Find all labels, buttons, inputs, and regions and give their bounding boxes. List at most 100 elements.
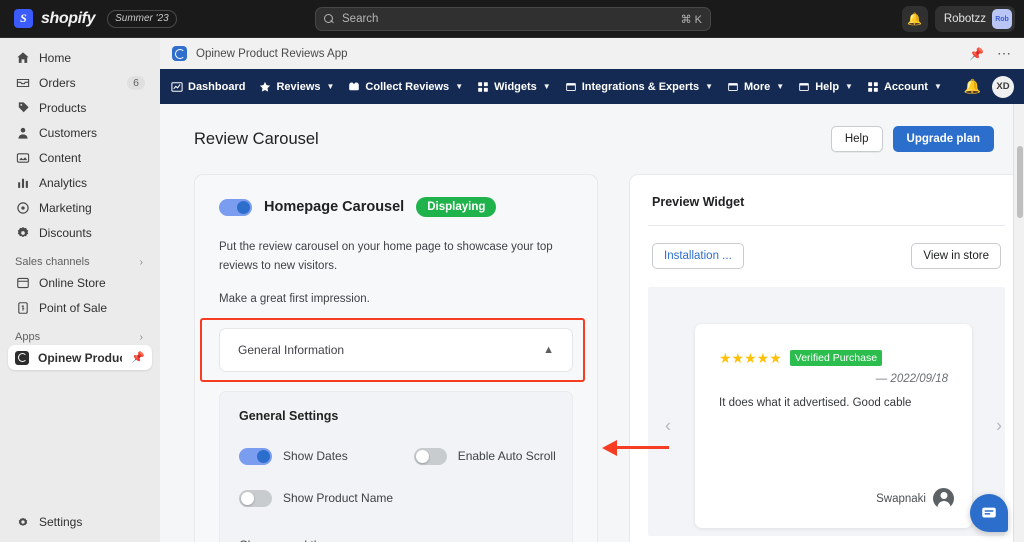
chat-button[interactable] [970, 494, 1008, 532]
release-pill: Summer '23 [107, 9, 177, 28]
appnav-integrations[interactable]: Integrations & Experts ▼ [565, 81, 713, 93]
enable-auto-scroll-toggle[interactable] [413, 447, 447, 465]
review-header: ★★★★★ Verified Purchase [719, 350, 948, 366]
window-icon [727, 81, 739, 93]
appnav-label: Widgets [494, 80, 537, 93]
carousel-enable-toggle[interactable] [219, 198, 252, 216]
sidebar-item-orders[interactable]: Orders 6 [8, 70, 152, 95]
carousel-description-1: Put the review carousel on your home pag… [219, 241, 553, 272]
home-icon [15, 50, 30, 65]
sidebar-item-customers[interactable]: Customers [8, 120, 152, 145]
preview-stage: ★★★★★ Verified Purchase — 2022/09/18 It … [648, 287, 1005, 536]
discounts-icon [15, 225, 30, 240]
appnav-label: Account [883, 80, 928, 93]
bell-icon[interactable]: 🔔 [964, 78, 981, 95]
grid-icon [477, 81, 489, 93]
choose-card-theme-label: Choose card theme [239, 538, 553, 542]
setting-show-product-name[interactable]: Show Product Name [239, 489, 393, 507]
avatar [933, 488, 954, 509]
chevron-down-icon: ▼ [455, 82, 464, 91]
point-of-sale-icon [15, 300, 30, 315]
sidebar-section-sales-channels[interactable]: Sales channels › [15, 256, 145, 268]
notifications-button[interactable]: 🔔 [901, 6, 928, 32]
toggle-knob [415, 449, 429, 463]
orders-icon [15, 75, 30, 90]
sidebar-item-label: Content [39, 150, 82, 165]
installation-button[interactable]: Installation ... [652, 243, 744, 269]
chevron-down-icon: ▼ [933, 82, 942, 91]
appnav-help[interactable]: Help ▼ [798, 81, 853, 93]
sidebar-item-marketing[interactable]: Marketing [8, 195, 152, 220]
topbar-right: 🔔 Robotzz Rob [901, 6, 1015, 32]
sidebar-item-content[interactable]: Content [8, 145, 152, 170]
chevron-down-icon: ▼ [542, 82, 551, 91]
opinew-app-icon [172, 46, 187, 61]
appnav-collect-reviews[interactable]: Collect Reviews ▼ [348, 81, 463, 93]
window-icon [798, 81, 810, 93]
sidebar-item-home[interactable]: Home [8, 45, 152, 70]
sidebar-item-label: Settings [39, 514, 83, 529]
sidebar-item-point-of-sale[interactable]: Point of Sale [8, 295, 152, 320]
avatar: Rob [992, 9, 1012, 29]
search-input[interactable]: Search ⌘ K [315, 7, 711, 31]
appnav-widgets[interactable]: Widgets ▼ [477, 81, 551, 93]
appnav-more[interactable]: More ▼ [727, 81, 784, 93]
verified-purchase-badge: Verified Purchase [789, 350, 883, 366]
envelope-icon [348, 81, 360, 93]
general-information-accordion-wrap: General Information ▲ [200, 317, 585, 382]
search-icon [324, 13, 335, 25]
sidebar-item-analytics[interactable]: Analytics [8, 170, 152, 195]
online-store-icon [15, 275, 30, 290]
pin-icon[interactable]: 📌 [969, 47, 984, 61]
shopify-bag-icon [14, 9, 33, 28]
help-button[interactable]: Help [830, 126, 883, 152]
appnav-dashboard[interactable]: Dashboard [171, 81, 245, 93]
general-settings-panel: General Settings Show Dates Enable Auto … [219, 390, 573, 542]
general-settings-title: General Settings [239, 408, 339, 423]
sidebar-item-label: Analytics [39, 175, 88, 190]
carousel-prev-button[interactable]: ‹ [665, 416, 671, 437]
shopify-topbar: shopify Summer '23 Search ⌘ K 🔔 Robotzz … [0, 0, 1024, 38]
sidebar-item-label: Home [39, 50, 72, 65]
section-label: Apps [15, 331, 41, 343]
sidebar-item-products[interactable]: Products [8, 95, 152, 120]
star-rating: ★★★★★ [719, 350, 782, 366]
ellipsis-icon[interactable]: ⋯ [997, 45, 1012, 62]
show-product-name-toggle[interactable] [239, 489, 272, 507]
search-placeholder: Search [342, 13, 379, 25]
pin-icon[interactable]: 📌 [131, 351, 145, 364]
carousel-next-button[interactable]: › [996, 416, 1002, 437]
view-in-store-button[interactable]: View in store [911, 243, 1001, 269]
gear-icon [15, 514, 30, 529]
setting-show-dates[interactable]: Show Dates [239, 447, 348, 465]
sidebar-item-settings[interactable]: Settings [8, 509, 168, 534]
appnav-label: Integrations & Experts [581, 80, 700, 93]
show-dates-toggle[interactable] [239, 447, 272, 465]
review-author: Swapnaki [876, 488, 954, 509]
shopify-logo[interactable]: shopify Summer '23 [14, 9, 177, 28]
general-information-accordion[interactable]: General Information ▲ [219, 327, 573, 372]
avatar[interactable]: XD [992, 75, 1014, 98]
status-badge: Displaying [416, 197, 497, 217]
page-header: Review Carousel Help Upgrade plan [160, 104, 1024, 152]
settings-row-1: Show Dates Enable Auto Scroll [239, 447, 556, 465]
section-label: Sales channels [15, 256, 90, 268]
sidebar-item-opinew-app[interactable]: Opinew Product Revie... 📌 [8, 345, 152, 370]
sidebar-section-apps[interactable]: Apps › [15, 331, 145, 343]
orders-count-badge: 6 [127, 75, 145, 90]
appnav-reviews[interactable]: Reviews ▼ [259, 81, 334, 93]
sidebar-item-label: Online Store [39, 275, 106, 290]
page-scrollbar[interactable] [1013, 104, 1024, 542]
chevron-down-icon: ▼ [326, 82, 335, 91]
sidebar-item-discounts[interactable]: Discounts [8, 220, 152, 245]
preview-widget-title: Preview Widget [652, 195, 745, 209]
app-embed-header: Opinew Product Reviews App 📌 ⋯ [160, 38, 1024, 69]
scrollbar-thumb[interactable] [1016, 146, 1023, 218]
appnav-account[interactable]: Account ▼ [867, 81, 942, 93]
carousel-settings-card: Homepage Carousel Displaying Put the rev… [194, 174, 598, 542]
user-menu-button[interactable]: Robotzz Rob [934, 6, 1015, 32]
sidebar-item-online-store[interactable]: Online Store [8, 270, 152, 295]
setting-enable-auto-scroll[interactable]: Enable Auto Scroll [413, 447, 556, 465]
upgrade-plan-button[interactable]: Upgrade plan [892, 126, 994, 152]
bell-icon: 🔔 [907, 12, 923, 26]
